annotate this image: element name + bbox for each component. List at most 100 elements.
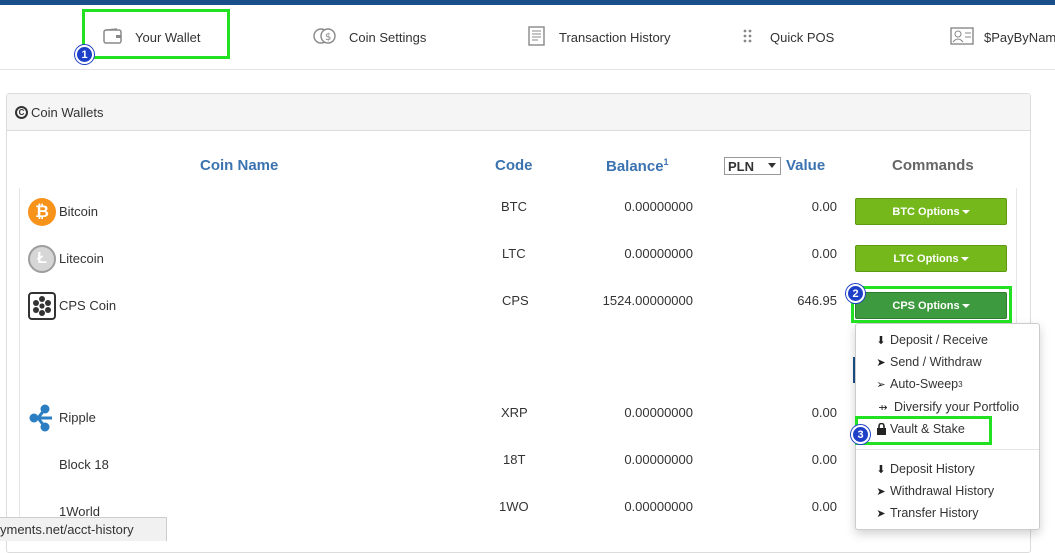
menu-diversify-portfolio[interactable]: ⇸ Diversify your Portfolio xyxy=(874,400,1019,414)
menu-vault-stake-label: Vault & Stake xyxy=(890,422,965,436)
chevron-down-icon xyxy=(768,163,776,168)
value-1wo: 0.00 xyxy=(811,499,837,514)
wallet-icon xyxy=(103,28,123,47)
receipt-icon xyxy=(527,26,547,49)
panel-header: C Coin Wallets xyxy=(7,94,1030,131)
menu-diversify-portfolio-label: Diversify your Portfolio xyxy=(894,400,1020,414)
menu-deposit-history[interactable]: ⬇ Deposit History xyxy=(874,462,975,476)
header-coin-name[interactable]: Coin Name xyxy=(200,157,278,174)
ltc-options-button[interactable]: LTC Options xyxy=(855,245,1007,272)
menu-withdrawal-history[interactable]: ➤ Withdrawal History xyxy=(874,484,994,498)
menu-vault-stake[interactable]: Vault & Stake xyxy=(874,422,965,436)
balance-xrp: 0.00000000 xyxy=(624,405,693,420)
currency-select-value: PLN xyxy=(728,158,754,174)
split-arrows-icon: ⇸ xyxy=(878,401,888,414)
deposit-icon: ⬇ xyxy=(876,463,886,476)
nav-quick-pos[interactable]: Quick POS xyxy=(742,5,834,70)
coin-wallets-icon: C xyxy=(15,105,28,119)
coin-name-ripple: Ripple xyxy=(59,410,96,425)
balance-18t: 0.00000000 xyxy=(624,452,693,467)
status-url-preview: yments.net/acct-history xyxy=(0,517,167,541)
annotation-badge-3: 3 xyxy=(851,425,870,444)
nav-paybyname[interactable]: $PayByName xyxy=(950,5,1055,70)
nav-your-wallet[interactable]: Your Wallet xyxy=(103,5,201,70)
coin-name-bitcoin: Bitcoin xyxy=(59,204,99,219)
menu-transfer-history-label: Transfer History xyxy=(890,506,979,520)
balance-btc: 0.00000000 xyxy=(624,199,693,214)
menu-auto-sweep-footnote: 3 xyxy=(958,379,963,389)
table-right-border xyxy=(1016,188,1017,328)
svg-text:$: $ xyxy=(325,32,331,43)
litecoin-icon: Ł xyxy=(28,245,56,273)
header-balance[interactable]: Balance1 xyxy=(606,157,669,175)
nav-transaction-history-label: Transaction History xyxy=(559,30,671,45)
annotation-badge-1: 1 xyxy=(75,45,94,64)
currency-select[interactable]: PLN xyxy=(724,157,781,175)
balance-cps: 1524.00000000 xyxy=(602,293,693,308)
status-url-text: yments.net/acct-history xyxy=(0,522,134,537)
bitcoin-icon: ₿ xyxy=(28,198,56,226)
header-code[interactable]: Code xyxy=(495,157,533,174)
cps-options-button[interactable]: CPS Options xyxy=(855,292,1007,319)
id-card-icon xyxy=(950,27,974,48)
caret-down-icon xyxy=(961,303,970,308)
menu-auto-sweep-label: Auto-Sweep xyxy=(890,377,959,391)
menu-deposit-receive[interactable]: ⬇ Deposit / Receive xyxy=(874,333,988,347)
cps-options-label: CPS Options xyxy=(892,299,960,312)
ripple-icon xyxy=(28,404,56,432)
ltc-options-label: LTC Options xyxy=(893,252,959,265)
header-commands: Commands xyxy=(892,157,974,174)
cps-coin-icon xyxy=(28,292,56,320)
menu-deposit-history-label: Deposit History xyxy=(890,462,975,476)
send-icon: ➤ xyxy=(876,507,886,520)
btc-options-label: BTC Options xyxy=(892,205,960,218)
nav-your-wallet-label: Your Wallet xyxy=(135,30,201,45)
menu-divider xyxy=(856,449,1039,450)
header-value[interactable]: Value xyxy=(786,157,825,174)
coins-icon: $ xyxy=(313,27,337,48)
balance-ltc: 0.00000000 xyxy=(624,246,693,261)
value-ltc: 0.00 xyxy=(811,246,837,261)
code-xrp: XRP xyxy=(501,405,528,420)
nav-coin-settings-label: Coin Settings xyxy=(349,30,427,45)
caret-down-icon xyxy=(961,209,970,214)
panel-title: Coin Wallets xyxy=(31,104,104,120)
caret-down-icon xyxy=(960,256,969,261)
menu-transfer-history[interactable]: ➤ Transfer History xyxy=(874,506,978,520)
coin-name-litecoin: Litecoin xyxy=(59,251,104,266)
code-ltc: LTC xyxy=(502,246,526,261)
send-outline-icon: ➢ xyxy=(876,378,886,391)
btc-options-button[interactable]: BTC Options xyxy=(855,198,1007,225)
balance-1wo: 0.00000000 xyxy=(624,499,693,514)
nav-quick-pos-label: Quick POS xyxy=(770,30,835,45)
deposit-icon: ⬇ xyxy=(876,334,886,347)
menu-send-withdraw[interactable]: ➤ Send / Withdraw xyxy=(874,355,982,369)
cps-options-menu: ⬇ Deposit / Receive ➤ Send / Withdraw ➢ Aut… xyxy=(855,323,1040,530)
menu-auto-sweep[interactable]: ➢ Auto-Sweep 3 xyxy=(874,377,963,391)
value-xrp: 0.00 xyxy=(811,405,837,420)
value-cps: 646.95 xyxy=(797,293,837,308)
code-cps: CPS xyxy=(502,293,529,308)
menu-send-withdraw-label: Send / Withdraw xyxy=(890,355,982,369)
value-18t: 0.00 xyxy=(811,452,837,467)
lock-icon xyxy=(874,423,888,436)
annotation-badge-2: 2 xyxy=(846,284,865,303)
code-1wo: 1WO xyxy=(499,499,529,514)
coin-name-block-18: Block 18 xyxy=(59,457,109,472)
header-balance-label: Balance xyxy=(606,158,664,175)
nav-coin-settings[interactable]: $ Coin Settings xyxy=(313,5,426,70)
value-btc: 0.00 xyxy=(811,199,837,214)
table-left-border xyxy=(19,188,20,538)
main-nav: Your Wallet $ Coin Settings Transaction … xyxy=(0,5,1055,70)
coin-name-cps-coin: CPS Coin xyxy=(59,298,117,313)
code-18t: 18T xyxy=(503,452,526,467)
nav-paybyname-label: $PayByName xyxy=(984,30,1055,45)
menu-deposit-receive-label: Deposit / Receive xyxy=(890,333,988,347)
send-icon: ➤ xyxy=(876,485,886,498)
keypad-icon xyxy=(742,28,758,47)
nav-transaction-history[interactable]: Transaction History xyxy=(527,5,671,70)
header-balance-footnote: 1 xyxy=(663,157,669,167)
send-icon: ➤ xyxy=(876,356,886,369)
code-btc: BTC xyxy=(501,199,527,214)
menu-withdrawal-history-label: Withdrawal History xyxy=(890,484,995,498)
